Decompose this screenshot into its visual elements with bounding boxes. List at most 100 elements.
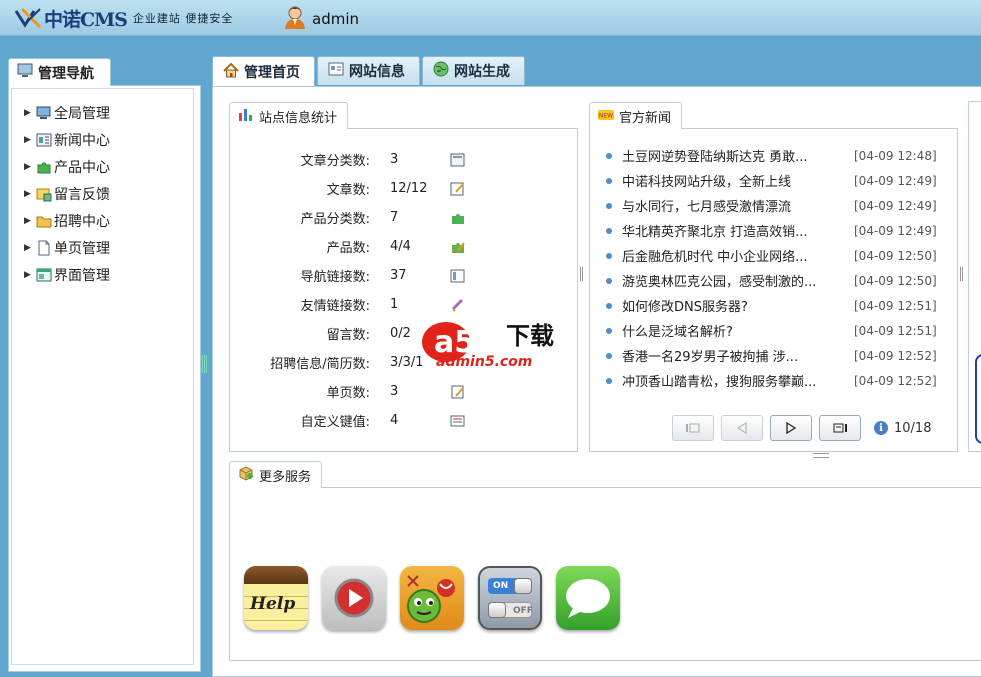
news-item-time: [04-09 12:49] bbox=[854, 223, 937, 238]
news-item[interactable]: 如何修改DNS服务器? [04-09 12:51] bbox=[606, 293, 948, 318]
news-item-title[interactable]: 华北精英齐聚北京 打造高效销... bbox=[622, 221, 838, 240]
panel-splitter[interactable] bbox=[202, 355, 208, 373]
nav-item-feedback[interactable]: ▶ 留言反馈 bbox=[24, 180, 110, 207]
nav-item-interface[interactable]: ▶ 界面管理 bbox=[24, 261, 110, 288]
video-player-icon[interactable] bbox=[322, 566, 386, 630]
next-page-button[interactable] bbox=[770, 415, 812, 441]
username: admin bbox=[312, 10, 359, 28]
last-page-button[interactable] bbox=[819, 415, 861, 441]
news-item[interactable]: 华北精英齐聚北京 打造高效销... [04-09 12:49] bbox=[606, 218, 948, 243]
custom-key-icon[interactable] bbox=[450, 414, 466, 428]
news-item-title[interactable]: 与水同行，七月感受激情漂流 bbox=[622, 196, 838, 215]
left-nav-inner: ▶ 全局管理 ▶ 新闻中心 ▶ 产品中心 ▶ 留言反馈 ▶ 招聘中心 ▶ 单页管… bbox=[11, 88, 194, 665]
news-item[interactable]: 游览奥林匹克公园，感受制激的... [04-09 12:50] bbox=[606, 268, 948, 293]
services-portlet-tab[interactable]: 更多服务 bbox=[229, 461, 323, 488]
bullet-icon bbox=[606, 302, 612, 309]
svg-text:NEW: NEW bbox=[599, 112, 613, 119]
resize-handle-icon[interactable] bbox=[813, 453, 829, 458]
home-icon bbox=[223, 62, 239, 82]
computer-icon bbox=[36, 105, 52, 121]
news-item-title[interactable]: 什么是泛域名解析? bbox=[622, 321, 838, 340]
stat-label: 单页数: bbox=[326, 386, 370, 401]
nav-tree: ▶ 全局管理 ▶ 新闻中心 ▶ 产品中心 ▶ 留言反馈 ▶ 招聘中心 ▶ 单页管… bbox=[24, 99, 110, 288]
stat-label: 留言数: bbox=[326, 328, 370, 343]
news-item[interactable]: 冲顶香山踏青松，搜狗服务攀巅... [04-09 12:52] bbox=[606, 368, 948, 393]
nav-item-pages[interactable]: ▶ 单页管理 bbox=[24, 234, 110, 261]
stats-portlet: 文章分类数: 3 文章数: 12/12 产品分类数: 7 产品数: 4/4 导航链接数:… bbox=[229, 128, 578, 452]
stats-portlet-tab[interactable]: 站点信息统计 bbox=[229, 102, 349, 129]
product-edit-icon[interactable] bbox=[450, 240, 466, 254]
puzzle-icon[interactable] bbox=[450, 211, 466, 225]
tab-site-generate[interactable]: 网站生成 bbox=[422, 56, 525, 85]
news-item-time: [04-09 12:50] bbox=[854, 273, 937, 288]
nav-item-label: 界面管理 bbox=[54, 267, 110, 284]
logo-mark-icon bbox=[14, 7, 42, 29]
news-list: 土豆网逆势登陆纳斯达克 勇敢... [04-09 12:48] 中诺科技网站升级，… bbox=[606, 143, 948, 393]
news-portlet-tab[interactable]: NEW 官方新闻 bbox=[589, 102, 683, 129]
stat-row: 导航链接数: 37 bbox=[242, 261, 466, 290]
nav-item-global[interactable]: ▶ 全局管理 bbox=[24, 99, 110, 126]
left-nav-tab[interactable]: 管理导航 bbox=[8, 58, 111, 86]
news-item-title[interactable]: 中诺科技网站升级，全新上线 bbox=[622, 171, 838, 190]
prev-page-button[interactable] bbox=[721, 415, 763, 441]
left-nav-panel: ▶ 全局管理 ▶ 新闻中心 ▶ 产品中心 ▶ 留言反馈 ▶ 招聘中心 ▶ 单页管… bbox=[8, 85, 201, 672]
watermark-text: 下载 bbox=[506, 322, 554, 350]
stat-value: 1 bbox=[390, 297, 399, 312]
left-nav-tab-label: 管理导航 bbox=[38, 65, 94, 82]
app-header: 中诺CMS 企业建站 便捷安全 admin bbox=[0, 0, 981, 36]
news-item[interactable]: 土豆网逆势登陆纳斯达克 勇敢... [04-09 12:48] bbox=[606, 143, 948, 168]
column-splitter[interactable] bbox=[960, 267, 964, 281]
tab-home[interactable]: 管理首页 bbox=[212, 56, 315, 87]
bullet-icon bbox=[606, 377, 612, 384]
notes-help-icon[interactable]: Help bbox=[244, 566, 308, 630]
column-splitter[interactable] bbox=[580, 267, 584, 281]
news-item[interactable]: 后金融危机时代 中小企业网络... [04-09 12:50] bbox=[606, 243, 948, 268]
toggle-switch-icon[interactable]: ON OFF bbox=[478, 566, 542, 630]
user-menu[interactable]: admin bbox=[284, 5, 359, 33]
chat-bubble-icon[interactable] bbox=[556, 566, 620, 630]
news-item-title[interactable]: 冲顶香山踏青松，搜狗服务攀巅... bbox=[622, 371, 838, 390]
expand-arrow-icon[interactable]: ▶ bbox=[24, 135, 36, 145]
stat-row: 友情链接数: 1 bbox=[242, 290, 466, 319]
stat-row: 产品数: 4/4 bbox=[242, 232, 466, 261]
page-info: i 10/18 bbox=[874, 421, 931, 436]
stat-value: 3 bbox=[390, 152, 399, 167]
stat-value: 7 bbox=[390, 210, 399, 225]
news-item-title[interactable]: 土豆网逆势登陆纳斯达克 勇敢... bbox=[622, 146, 838, 165]
bar-chart-icon bbox=[238, 107, 254, 125]
expand-arrow-icon[interactable]: ▶ bbox=[24, 243, 36, 253]
news-item-title[interactable]: 如何修改DNS服务器? bbox=[622, 296, 838, 315]
expand-arrow-icon[interactable]: ▶ bbox=[24, 216, 36, 226]
stat-value: 4/4 bbox=[390, 239, 411, 254]
news-item-title[interactable]: 游览奥林匹克公园，感受制激的... bbox=[622, 271, 838, 290]
logo[interactable]: 中诺CMS 企业建站 便捷安全 bbox=[14, 6, 233, 31]
nav-item-products[interactable]: ▶ 产品中心 bbox=[24, 153, 110, 180]
monitor-icon bbox=[17, 63, 33, 82]
article-edit-icon[interactable] bbox=[450, 182, 466, 196]
news-item-time: [04-09 12:50] bbox=[854, 248, 937, 263]
nav-item-label: 留言反馈 bbox=[54, 186, 110, 203]
news-item[interactable]: 什么是泛域名解析? [04-09 12:51] bbox=[606, 318, 948, 343]
category-icon[interactable] bbox=[450, 153, 466, 167]
tab-site-info[interactable]: 网站信息 bbox=[317, 56, 420, 85]
nav-link-icon[interactable] bbox=[450, 269, 466, 283]
news-item[interactable]: 香港一名29岁男子被拘捕 涉... [04-09 12:52] bbox=[606, 343, 948, 368]
expand-arrow-icon[interactable]: ▶ bbox=[24, 189, 36, 199]
nav-item-news[interactable]: ▶ 新闻中心 bbox=[24, 126, 110, 153]
news-item[interactable]: 中诺科技网站升级，全新上线 [04-09 12:49] bbox=[606, 168, 948, 193]
expand-arrow-icon[interactable]: ▶ bbox=[24, 162, 36, 172]
nav-item-recruit[interactable]: ▶ 招聘中心 bbox=[24, 207, 110, 234]
first-page-button[interactable] bbox=[672, 415, 714, 441]
news-item[interactable]: 与水同行，七月感受激情漂流 [04-09 12:49] bbox=[606, 193, 948, 218]
nav-item-label: 全局管理 bbox=[54, 105, 110, 122]
friend-link-icon[interactable] bbox=[450, 298, 466, 312]
expand-arrow-icon[interactable]: ▶ bbox=[24, 108, 36, 118]
game-icon[interactable] bbox=[400, 566, 464, 630]
news-item-title[interactable]: 香港一名29岁男子被拘捕 涉... bbox=[622, 346, 838, 365]
news-item-title[interactable]: 后金融危机时代 中小企业网络... bbox=[622, 246, 838, 265]
stat-value: 4 bbox=[390, 413, 399, 428]
page-edit-icon[interactable] bbox=[450, 385, 466, 399]
news-pager: i 10/18 bbox=[672, 415, 931, 441]
expand-arrow-icon[interactable]: ▶ bbox=[24, 270, 36, 280]
app-icon-row: Help ON OFF bbox=[244, 566, 634, 630]
